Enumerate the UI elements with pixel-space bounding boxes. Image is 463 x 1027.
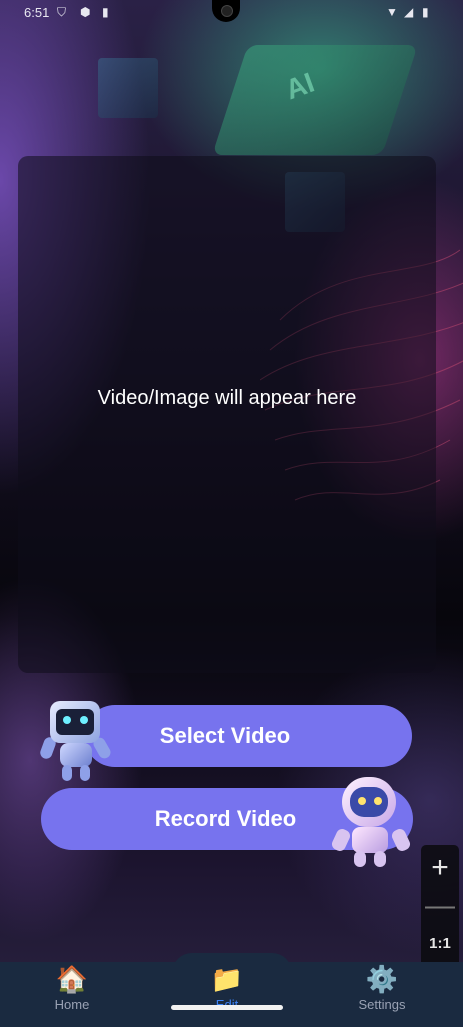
battery-icon: ▮ [422, 5, 429, 19]
bottom-navigation: 🏠 Home 📁 Edit ⚙️ Settings [0, 962, 463, 1027]
gear-icon: ⚙️ [365, 964, 399, 994]
nav-label-home: Home [54, 997, 90, 1012]
gesture-handle[interactable] [171, 1005, 283, 1010]
select-video-button[interactable]: Select Video [84, 705, 412, 767]
decorative-cube [98, 58, 158, 118]
media-preview-area: Video/Image will appear here [18, 156, 436, 673]
folder-icon: 📁 [210, 964, 244, 994]
zoom-ratio-button[interactable]: 1:1 [421, 933, 459, 955]
zoom-in-button[interactable]: + [421, 849, 459, 887]
sd-card-icon: ▮ [102, 5, 109, 19]
robot-mascot-icon [38, 697, 118, 785]
select-video-label: Select Video [159, 723, 291, 748]
zoom-out-button[interactable]: — [421, 887, 459, 925]
play-protect-icon: ⬢ [80, 5, 91, 19]
nav-item-settings[interactable]: ⚙️ Settings [327, 962, 437, 1027]
ai-chip-illustration [212, 45, 418, 155]
nav-label-settings: Settings [358, 997, 406, 1012]
nav-item-home[interactable]: 🏠 Home [17, 962, 127, 1027]
record-video-label: Record Video [154, 806, 297, 831]
status-time: 6:51 [24, 5, 50, 20]
home-icon: 🏠 [55, 964, 89, 994]
shield-icon: ⛉ [57, 5, 67, 19]
signal-icon: ◢ [404, 5, 414, 19]
astronaut-robot-icon [330, 773, 416, 869]
nav-item-edit[interactable]: 📁 Edit [172, 962, 282, 1027]
preview-placeholder: Video/Image will appear here [97, 387, 357, 409]
wifi-icon: ▼ [386, 5, 398, 19]
